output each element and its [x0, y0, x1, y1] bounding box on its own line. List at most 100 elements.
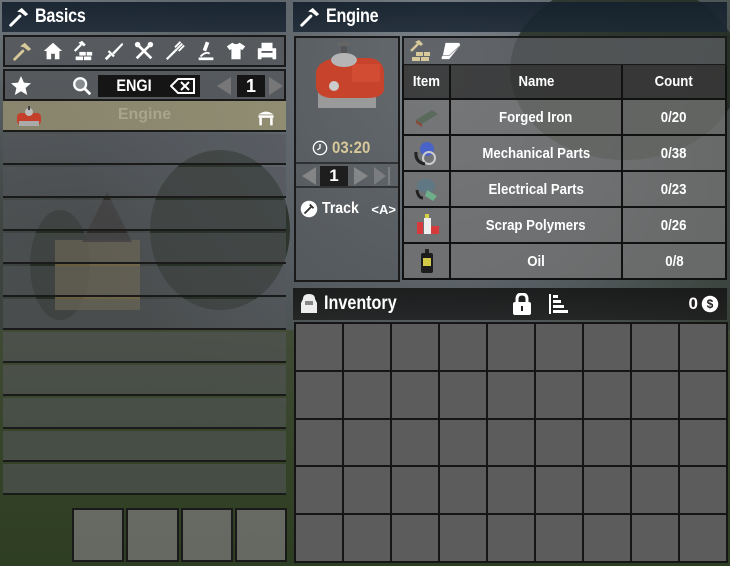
backspace-clear-icon[interactable] [170, 77, 196, 95]
svg-text:$: $ [707, 297, 714, 311]
category-weapons[interactable] [102, 39, 126, 63]
inventory-slot[interactable] [632, 324, 678, 370]
inventory-slot[interactable] [584, 515, 630, 561]
quantity-max-button[interactable] [374, 167, 386, 185]
inventory-slot[interactable] [392, 419, 438, 466]
inventory-slot[interactable] [536, 419, 582, 466]
track-button[interactable]: Track <A> [300, 198, 396, 220]
inventory-slot[interactable] [488, 467, 534, 514]
inventory-slot[interactable] [440, 324, 486, 370]
inventory-slot[interactable] [680, 371, 726, 418]
category-tools[interactable] [132, 39, 156, 63]
queue-slot[interactable] [72, 508, 125, 562]
inventory-slot[interactable] [344, 371, 390, 418]
inventory-slot[interactable] [584, 467, 630, 514]
inventory-slot[interactable] [296, 515, 342, 561]
category-workstations[interactable] [71, 39, 95, 63]
category-food[interactable] [163, 39, 187, 63]
category-science[interactable] [194, 39, 218, 63]
inventory-slot[interactable] [440, 419, 486, 466]
inventory-slot[interactable] [296, 467, 342, 514]
category-clothing[interactable] [224, 39, 248, 63]
ingredient-item-cell [402, 172, 451, 206]
ingredient-row[interactable]: Electrical Parts 0/23 [402, 172, 727, 208]
inventory-slot[interactable] [392, 515, 438, 561]
search-input[interactable]: ENGI [98, 75, 200, 97]
inventory-slot[interactable] [392, 324, 438, 370]
inventory-slot[interactable] [632, 419, 678, 466]
quantity-value[interactable]: 1 [320, 166, 348, 186]
category-building[interactable] [41, 39, 65, 63]
hammer-bricks-icon [74, 40, 93, 61]
scrap-polymers-icon [416, 214, 439, 234]
page-prev-button[interactable] [217, 77, 231, 95]
inventory-slot[interactable] [536, 371, 582, 418]
inventory-slot[interactable] [440, 467, 486, 514]
inventory-slot[interactable] [488, 515, 534, 561]
sword-icon [104, 42, 124, 61]
inventory-slot[interactable] [440, 515, 486, 561]
inventory-slot[interactable] [680, 515, 726, 561]
inventory-slot[interactable] [536, 515, 582, 561]
inventory-slot[interactable] [488, 371, 534, 418]
recipe-row-empty [3, 398, 286, 429]
tools-icon [135, 41, 154, 60]
inventory-slot[interactable] [584, 419, 630, 466]
ingredient-row[interactable]: Scrap Polymers 0/26 [402, 208, 727, 244]
inventory-slot[interactable] [584, 371, 630, 418]
inventory-grid [294, 322, 728, 563]
inventory-slot[interactable] [296, 419, 342, 466]
inventory-slot[interactable] [680, 467, 726, 514]
page-next-button[interactable] [269, 77, 283, 95]
lock-icon[interactable] [511, 293, 533, 315]
ingredient-item-cell [402, 100, 451, 134]
inventory-slot[interactable] [536, 324, 582, 370]
quantity-decrease-button[interactable] [302, 167, 316, 185]
inventory-slot[interactable] [392, 467, 438, 514]
ingredient-item-cell [402, 136, 451, 170]
recipe-row-empty [3, 464, 286, 495]
sort-icon[interactable] [548, 293, 570, 315]
category-decor[interactable] [255, 39, 279, 63]
quantity-increase-button[interactable] [354, 167, 368, 185]
inventory-slot[interactable] [632, 371, 678, 418]
queue-slot[interactable] [234, 508, 287, 562]
inventory-slot[interactable] [296, 371, 342, 418]
inventory-slot[interactable] [296, 324, 342, 370]
track-hotkey: <A> [371, 201, 396, 217]
ingredient-row[interactable]: Oil 0/8 [402, 244, 727, 280]
quantity-max-bar [388, 167, 390, 185]
star-icon[interactable] [9, 74, 33, 98]
inventory-slot[interactable] [392, 371, 438, 418]
hammer-icon [13, 42, 32, 61]
oil-icon [420, 249, 433, 273]
recipe-row-engine[interactable]: Engine [3, 101, 286, 132]
inventory-slot[interactable] [536, 467, 582, 514]
header-item: Item [402, 65, 451, 98]
queue-slot[interactable] [126, 508, 179, 562]
ingredient-row[interactable]: Forged Iron 0/20 [402, 100, 727, 136]
inventory-slot[interactable] [344, 467, 390, 514]
inventory-slot[interactable] [680, 324, 726, 370]
microscope-icon [198, 41, 213, 61]
queue-slot[interactable] [180, 508, 233, 562]
ingredient-name: Mechanical Parts [451, 136, 623, 170]
inventory-slot[interactable] [680, 419, 726, 466]
basics-title: Basics [35, 6, 86, 27]
recipe-book-icon[interactable] [440, 41, 462, 61]
inventory-slot[interactable] [488, 419, 534, 466]
inventory-slot[interactable] [440, 371, 486, 418]
ingredient-count: 0/20 [623, 100, 727, 134]
inventory-slot[interactable] [344, 419, 390, 466]
category-basics[interactable] [10, 39, 34, 63]
inventory-slot[interactable] [632, 515, 678, 561]
inventory-slot[interactable] [488, 324, 534, 370]
inventory-slot[interactable] [584, 324, 630, 370]
house-icon [43, 42, 62, 60]
inventory-slot[interactable] [632, 467, 678, 514]
fork-icon [165, 41, 185, 61]
workstation-icon[interactable] [408, 40, 432, 62]
ingredient-row[interactable]: Mechanical Parts 0/38 [402, 136, 727, 172]
inventory-slot[interactable] [344, 515, 390, 561]
inventory-slot[interactable] [344, 324, 390, 370]
